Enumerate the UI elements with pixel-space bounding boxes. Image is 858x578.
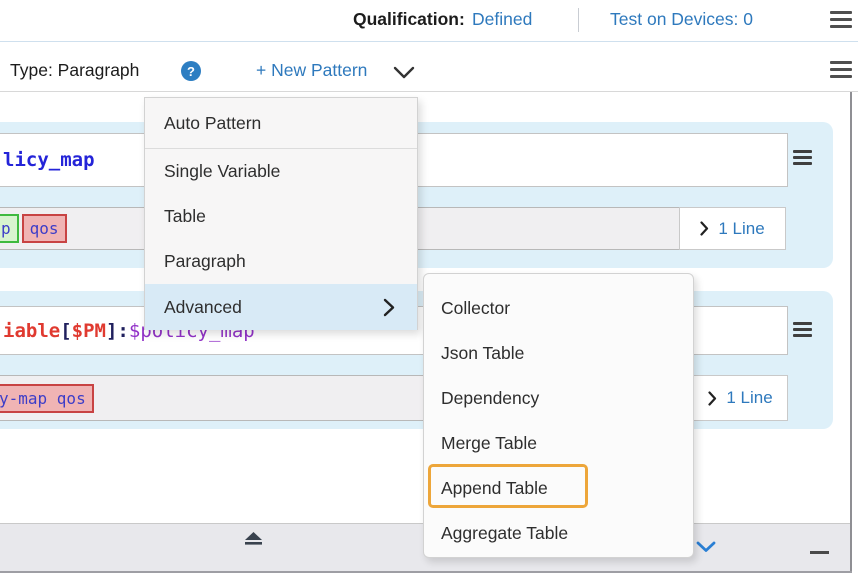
submenu-item-merge-table[interactable]: Merge Table bbox=[424, 421, 693, 466]
qualification-value-link[interactable]: Defined bbox=[472, 9, 532, 30]
code-segment: iable bbox=[3, 320, 60, 342]
submenu-item-label: Append Table bbox=[441, 478, 548, 499]
panel-bottom-border bbox=[0, 571, 852, 573]
submenu-item-json-table[interactable]: Json Table bbox=[424, 331, 693, 376]
new-pattern-menu: Auto Pattern Single Variable Table Parag… bbox=[144, 97, 418, 330]
expand-lines-button-2[interactable]: 1 Line bbox=[693, 375, 788, 421]
chevron-down-icon[interactable] bbox=[393, 66, 415, 84]
menu-item-label: Auto Pattern bbox=[164, 113, 261, 134]
code-segment: $PM bbox=[72, 320, 106, 342]
code-segment: [ bbox=[60, 320, 71, 342]
submenu-item-label: Merge Table bbox=[441, 433, 537, 454]
submenu-item-aggregate-table[interactable]: Aggregate Table bbox=[424, 511, 693, 556]
pattern-editor-screen: Qualification: Defined Test on Devices: … bbox=[0, 0, 858, 578]
submenu-item-label: Dependency bbox=[441, 388, 539, 409]
expand-lines-button-1[interactable]: 1 Line bbox=[679, 207, 786, 250]
help-icon[interactable]: ? bbox=[181, 61, 201, 81]
toolbar-hamburger-icon[interactable] bbox=[830, 61, 852, 78]
menu-item-label: Single Variable bbox=[164, 161, 280, 182]
menu-item-paragraph[interactable]: Paragraph bbox=[145, 239, 417, 284]
submenu-item-label: Aggregate Table bbox=[441, 523, 568, 544]
submenu-item-label: Collector bbox=[441, 298, 510, 319]
chevron-right-icon bbox=[708, 391, 717, 406]
header-hamburger-icon[interactable] bbox=[830, 11, 852, 28]
pattern-text-1: licy_map bbox=[3, 149, 95, 171]
panel-right-border bbox=[850, 92, 852, 572]
submenu-item-dependency[interactable]: Dependency bbox=[424, 376, 693, 421]
menu-item-advanced[interactable]: Advanced bbox=[145, 284, 417, 330]
qualification-label: Qualification: bbox=[353, 9, 465, 30]
matched-token: qos bbox=[22, 214, 67, 243]
line-count-label: 1 Line bbox=[726, 388, 772, 408]
header-divider bbox=[578, 8, 579, 32]
pattern-1-hamburger-icon[interactable] bbox=[793, 150, 812, 165]
code-segment: ]: bbox=[106, 320, 129, 342]
menu-item-auto-pattern[interactable]: Auto Pattern bbox=[145, 98, 417, 149]
test-on-devices-link[interactable]: Test on Devices: 0 bbox=[610, 9, 753, 30]
submenu-item-label: Json Table bbox=[441, 343, 524, 364]
line-count-label: 1 Line bbox=[718, 219, 764, 239]
submenu-item-collector[interactable]: Collector bbox=[424, 286, 693, 331]
menu-item-table[interactable]: Table bbox=[145, 194, 417, 239]
menu-item-label: Advanced bbox=[164, 297, 242, 318]
matched-token: p bbox=[0, 214, 19, 243]
chevron-down-blue-icon[interactable] bbox=[696, 540, 716, 558]
collapse-panel-icon[interactable] bbox=[243, 531, 264, 551]
advanced-submenu: Collector Json Table Dependency Merge Ta… bbox=[423, 273, 694, 558]
type-label: Type: Paragraph bbox=[10, 60, 139, 81]
pattern-2-hamburger-icon[interactable] bbox=[793, 322, 812, 337]
new-pattern-button[interactable]: + New Pattern bbox=[256, 60, 367, 81]
menu-item-label: Paragraph bbox=[164, 251, 246, 272]
submenu-item-append-table[interactable]: Append Table bbox=[424, 466, 693, 511]
pattern-toolbar: Type: Paragraph ? + New Pattern bbox=[0, 42, 858, 92]
menu-item-single-variable[interactable]: Single Variable bbox=[145, 149, 417, 194]
minimize-icon[interactable] bbox=[810, 551, 829, 554]
chevron-right-icon bbox=[700, 221, 709, 236]
matched-token: y-map qos bbox=[0, 384, 94, 413]
menu-item-label: Table bbox=[164, 206, 206, 227]
submenu-arrow-icon bbox=[383, 298, 395, 317]
header-bar: Qualification: Defined Test on Devices: … bbox=[0, 0, 858, 42]
